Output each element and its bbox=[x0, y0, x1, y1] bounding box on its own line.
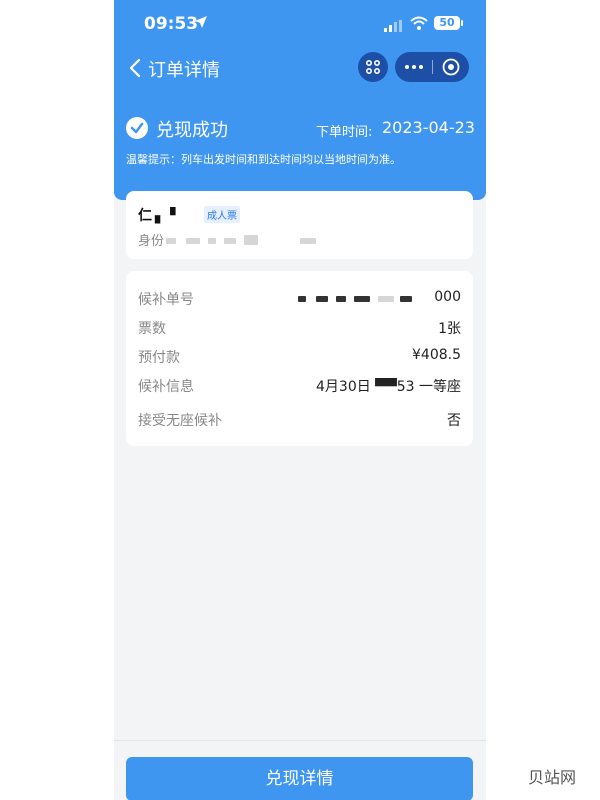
ticket-type-badge: 成人票 bbox=[204, 206, 240, 223]
redacted-block bbox=[378, 296, 394, 302]
redacted-block bbox=[300, 238, 316, 244]
redacted-block bbox=[316, 296, 328, 302]
mini-program-capsule bbox=[395, 52, 469, 82]
status-bar: 09:53 50 bbox=[114, 0, 486, 48]
close-button[interactable] bbox=[433, 52, 469, 82]
check-circle-icon bbox=[126, 117, 148, 143]
detail-row-prepayment: 预付款 ¥408.5 bbox=[138, 347, 461, 367]
battery-indicator: 50 bbox=[434, 16, 460, 30]
redacted-block bbox=[354, 296, 370, 302]
detail-card: 候补单号 000 票数 1张 预付款 ¥408.5 候补信息 4月30日 ▀▀5… bbox=[126, 271, 473, 446]
nav-bar: 订单详情 bbox=[114, 48, 486, 88]
page-title: 订单详情 bbox=[148, 60, 220, 81]
bottom-bar: 兑现详情 bbox=[114, 740, 486, 800]
detail-value: 4月30日 ▀▀53 一等座 bbox=[316, 379, 461, 395]
detail-row-order-no: 候补单号 000 bbox=[138, 289, 461, 309]
redacted-block bbox=[298, 296, 306, 302]
passenger-card: 仁 ▖▝ 成人票 身份 bbox=[126, 191, 473, 259]
battery-tip bbox=[461, 20, 463, 26]
detail-label: 候补单号 bbox=[138, 292, 194, 308]
passenger-name: 仁 ▖▝ bbox=[138, 208, 175, 224]
success-row: 兑现成功 下单时间: 2023-04-23 bbox=[126, 115, 476, 143]
wifi-icon bbox=[410, 15, 428, 34]
phone-screen: 09:53 50 订单详情 兑现成功 下单时间: 2023-04-23 温馨提示… bbox=[114, 0, 486, 800]
redacted-block bbox=[224, 238, 236, 244]
scan-button[interactable] bbox=[358, 52, 388, 82]
redacted-block bbox=[244, 235, 258, 245]
order-time-label: 下单时间: bbox=[316, 125, 373, 140]
more-icon bbox=[404, 65, 423, 69]
detail-value: 1张 bbox=[438, 321, 461, 337]
back-chevron-icon[interactable] bbox=[128, 58, 142, 82]
redacted-block bbox=[166, 238, 176, 244]
status-title: 兑现成功 bbox=[156, 120, 228, 141]
detail-label: 接受无座候补 bbox=[138, 413, 222, 429]
status-time: 09:53 bbox=[144, 14, 199, 34]
id-label: 身份 bbox=[138, 234, 165, 249]
detail-row-waitlist-info: 候补信息 4月30日 ▀▀53 一等座 bbox=[138, 376, 461, 396]
redacted-block bbox=[208, 238, 216, 244]
close-circle-icon bbox=[442, 58, 460, 76]
detail-value: ¥408.5 bbox=[412, 347, 461, 363]
location-arrow-icon bbox=[194, 14, 208, 33]
more-button[interactable] bbox=[395, 52, 432, 82]
detail-label: 预付款 bbox=[138, 350, 180, 366]
redeem-details-button[interactable]: 兑现详情 bbox=[126, 757, 473, 800]
scan-icon bbox=[365, 59, 381, 75]
redacted-block bbox=[186, 238, 200, 244]
tip-text: 温馨提示：列车出发时间和到达时间均以当地时间为准。 bbox=[126, 153, 401, 166]
detail-value: 否 bbox=[447, 413, 461, 429]
redacted-block bbox=[400, 296, 412, 302]
order-time-value: 2023-04-23 bbox=[382, 118, 475, 137]
detail-label: 候补信息 bbox=[138, 379, 194, 395]
redacted-block bbox=[336, 296, 346, 302]
detail-row-accept-no-seat: 接受无座候补 否 bbox=[138, 410, 461, 430]
detail-label: 票数 bbox=[138, 321, 166, 337]
detail-row-ticket-count: 票数 1张 bbox=[138, 318, 461, 338]
signal-icon bbox=[384, 17, 402, 36]
detail-value: 000 bbox=[434, 289, 461, 305]
watermark: 贝站网 bbox=[528, 768, 577, 787]
